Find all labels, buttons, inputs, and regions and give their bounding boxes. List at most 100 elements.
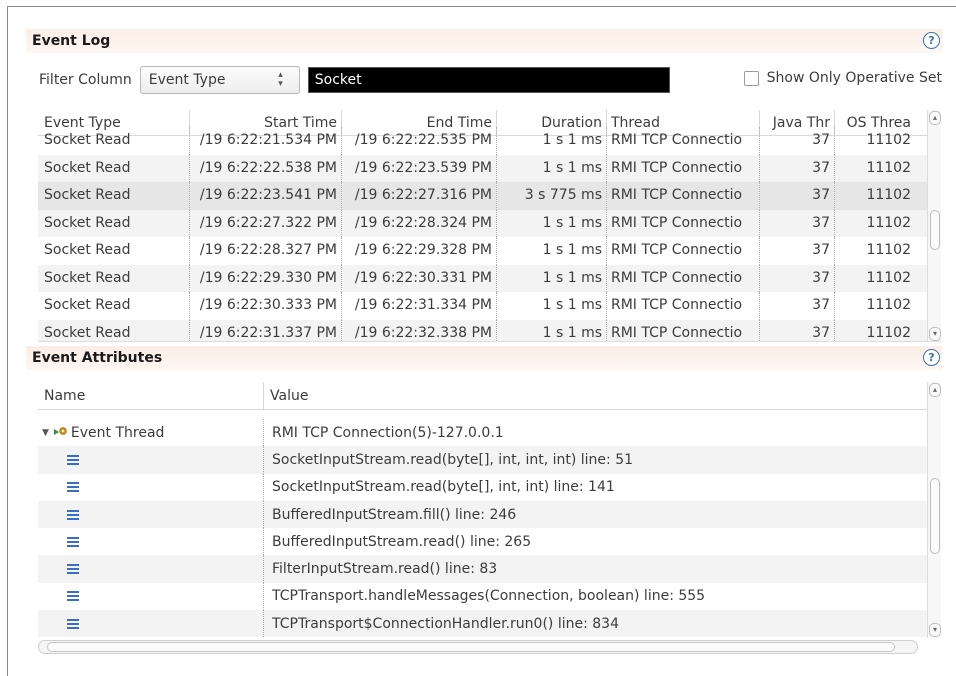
- cell-duration: 1 s 1 ms: [497, 127, 607, 155]
- filter-input[interactable]: Socket: [307, 67, 670, 93]
- cell-thread: RMI TCP Connectio: [607, 292, 760, 320]
- thread-icon: [53, 426, 67, 435]
- scroll-up-icon[interactable]: ▴: [929, 383, 941, 397]
- scrollbar-thumb[interactable]: [930, 478, 940, 554]
- cell-end-time: /19 6:22:28.324 PM: [342, 209, 497, 237]
- cell-event-type: Socket Read: [38, 319, 190, 341]
- cell-os-thread: 11102: [866, 214, 911, 231]
- expand-triangle-icon[interactable]: ▼: [42, 428, 49, 438]
- cell-end-time: /19 6:22:22.535 PM: [342, 127, 497, 155]
- stack-frame-icon: [67, 591, 79, 602]
- stack-frame-icon: [67, 564, 79, 575]
- stack-frame-row[interactable]: BufferedInputStream.fill() line: 246: [38, 500, 941, 529]
- help-icon[interactable]: ?: [923, 32, 940, 49]
- cell-thread: RMI TCP Connectio: [607, 154, 760, 182]
- event-log-rows: Socket Read/19 6:22:21.534 PM/19 6:22:22…: [38, 127, 941, 341]
- stack-frame-name-cell: [38, 610, 264, 638]
- stack-frame-value: BufferedInputStream.read() line: 265: [272, 533, 532, 550]
- stack-frame-name-cell: [38, 582, 264, 611]
- show-operative-set-label: Show Only Operative Set: [766, 70, 942, 86]
- cell-java-thread: 37: [760, 292, 835, 320]
- stack-frame-row[interactable]: SocketInputStream.read(byte[], int, int)…: [38, 473, 941, 501]
- cell-start-time: /19 6:22:28.327 PM: [190, 237, 342, 265]
- event-attributes-hscrollbar[interactable]: [38, 640, 918, 654]
- cell-duration: 1 s 1 ms: [497, 237, 607, 265]
- scroll-up-icon[interactable]: ▴: [929, 111, 941, 125]
- cell-end-time: /19 6:22:29.328 PM: [342, 237, 497, 265]
- stack-frame-icon: [67, 618, 79, 629]
- stack-frame-row[interactable]: TCPTransport$ConnectionHandler.run0() li…: [38, 610, 941, 638]
- cell-event-type: Socket Read: [38, 292, 190, 320]
- cell-end-time: /19 6:22:32.338 PM: [342, 319, 497, 341]
- cell-start-time: /19 6:22:30.333 PM: [190, 292, 342, 320]
- cell-event-type: Socket Read: [38, 154, 190, 182]
- cell-start-time: /19 6:22:31.337 PM: [190, 319, 342, 341]
- event-log-header: Event Log ?: [26, 29, 942, 53]
- cell-thread: RMI TCP Connectio: [607, 264, 760, 292]
- cell-os-thread: 11102: [866, 269, 911, 286]
- event-log-title: Event Log: [32, 33, 111, 49]
- stack-frame-name-cell: [38, 555, 264, 583]
- stack-frame-name-cell: [38, 528, 264, 556]
- stack-frame-row[interactable]: FilterInputStream.read() line: 83: [38, 555, 941, 583]
- cell-event-type: Socket Read: [38, 127, 190, 155]
- event-thread-name-cell: ▼ Event Thread: [38, 419, 264, 447]
- table-row[interactable]: Socket Read/19 6:22:21.534 PM/19 6:22:22…: [38, 127, 941, 155]
- filter-column-select[interactable]: Event Type ▴ ▾: [139, 66, 300, 94]
- cell-java-thread: 37: [760, 154, 835, 182]
- table-row[interactable]: Socket Read/19 6:22:23.541 PM/19 6:22:27…: [38, 182, 941, 210]
- stack-frame-row[interactable]: BufferedInputStream.read() line: 265: [38, 528, 941, 556]
- event-log-vscrollbar[interactable]: ▴ ▾: [927, 110, 941, 341]
- horizontal-scrollbar-thumb[interactable]: [47, 642, 895, 652]
- cell-start-time: /19 6:22:27.322 PM: [190, 209, 342, 237]
- stack-frame-name-cell: [38, 500, 264, 529]
- cell-duration: 1 s 1 ms: [497, 292, 607, 320]
- stack-frame-name-cell: [38, 446, 264, 474]
- cell-start-time: /19 6:22:23.541 PM: [190, 182, 342, 210]
- event-attributes-table: Name Value ▼ Event Thread RMI TCP Connec…: [38, 382, 941, 638]
- cell-event-type: Socket Read: [38, 182, 190, 210]
- table-row[interactable]: Socket Read/19 6:22:28.327 PM/19 6:22:29…: [38, 237, 941, 265]
- cell-duration: 3 s 775 ms: [497, 182, 607, 210]
- event-log-table: Event Type Start Time End Time Duration …: [38, 110, 941, 342]
- table-row[interactable]: Socket Read/19 6:22:27.322 PM/19 6:22:28…: [38, 209, 941, 237]
- event-thread-row[interactable]: ▼ Event Thread RMI TCP Connection(5)-127…: [38, 419, 941, 447]
- stack-frame-value: TCPTransport.handleMessages(Connection, …: [272, 588, 706, 605]
- cell-thread: RMI TCP Connectio: [607, 127, 760, 155]
- cell-duration: 1 s 1 ms: [497, 209, 607, 237]
- cell-start-time: /19 6:22:29.330 PM: [190, 264, 342, 292]
- scrollbar-thumb[interactable]: [930, 210, 940, 250]
- table-row[interactable]: Socket Read/19 6:22:22.538 PM/19 6:22:23…: [38, 154, 941, 182]
- cell-duration: 1 s 1 ms: [497, 154, 607, 182]
- cell-end-time: /19 6:22:31.334 PM: [342, 292, 497, 320]
- stack-frame-icon: [67, 454, 79, 465]
- table-row[interactable]: Socket Read/19 6:22:30.333 PM/19 6:22:31…: [38, 292, 941, 320]
- show-operative-set-checkbox[interactable]: [743, 70, 759, 86]
- event-thread-label: Event Thread: [70, 424, 165, 441]
- cell-java-thread: 37: [760, 237, 835, 265]
- cell-duration: 1 s 1 ms: [497, 264, 607, 292]
- cell-java-thread: 37: [760, 264, 835, 292]
- table-row[interactable]: Socket Read/19 6:22:29.330 PM/19 6:22:30…: [38, 264, 941, 292]
- event-attributes-rows: ▼ Event Thread RMI TCP Connection(5)-127…: [38, 410, 941, 638]
- cell-os-thread: 11102: [866, 187, 911, 203]
- help-icon[interactable]: ?: [923, 349, 940, 366]
- column-header-value[interactable]: Value: [264, 382, 308, 409]
- scroll-down-icon[interactable]: ▾: [929, 327, 941, 341]
- stack-frame-row[interactable]: SocketInputStream.read(byte[], int, int,…: [38, 446, 941, 474]
- cell-event-type: Socket Read: [38, 237, 190, 265]
- scroll-down-icon[interactable]: ▾: [929, 623, 941, 637]
- stack-frame-value: SocketInputStream.read(byte[], int, int)…: [272, 479, 615, 496]
- spinner-arrows-icon: ▴ ▾: [278, 70, 283, 89]
- table-row[interactable]: Socket Read/19 6:22:31.337 PM/19 6:22:32…: [38, 319, 941, 341]
- cell-java-thread: 37: [760, 127, 835, 155]
- stack-frame-value: FilterInputStream.read() line: 83: [272, 561, 498, 578]
- stack-frame-icon: [67, 482, 79, 493]
- cell-java-thread: 37: [760, 319, 835, 341]
- show-operative-set-toggle[interactable]: Show Only Operative Set: [743, 70, 942, 86]
- event-attributes-vscrollbar[interactable]: ▴ ▾: [927, 382, 941, 638]
- column-header-name[interactable]: Name: [38, 382, 264, 409]
- stack-frame-value: BufferedInputStream.fill() line: 246: [272, 506, 517, 523]
- event-thread-value: RMI TCP Connection(5)-127.0.0.1: [272, 424, 504, 441]
- stack-frame-row[interactable]: TCPTransport.handleMessages(Connection, …: [38, 582, 941, 611]
